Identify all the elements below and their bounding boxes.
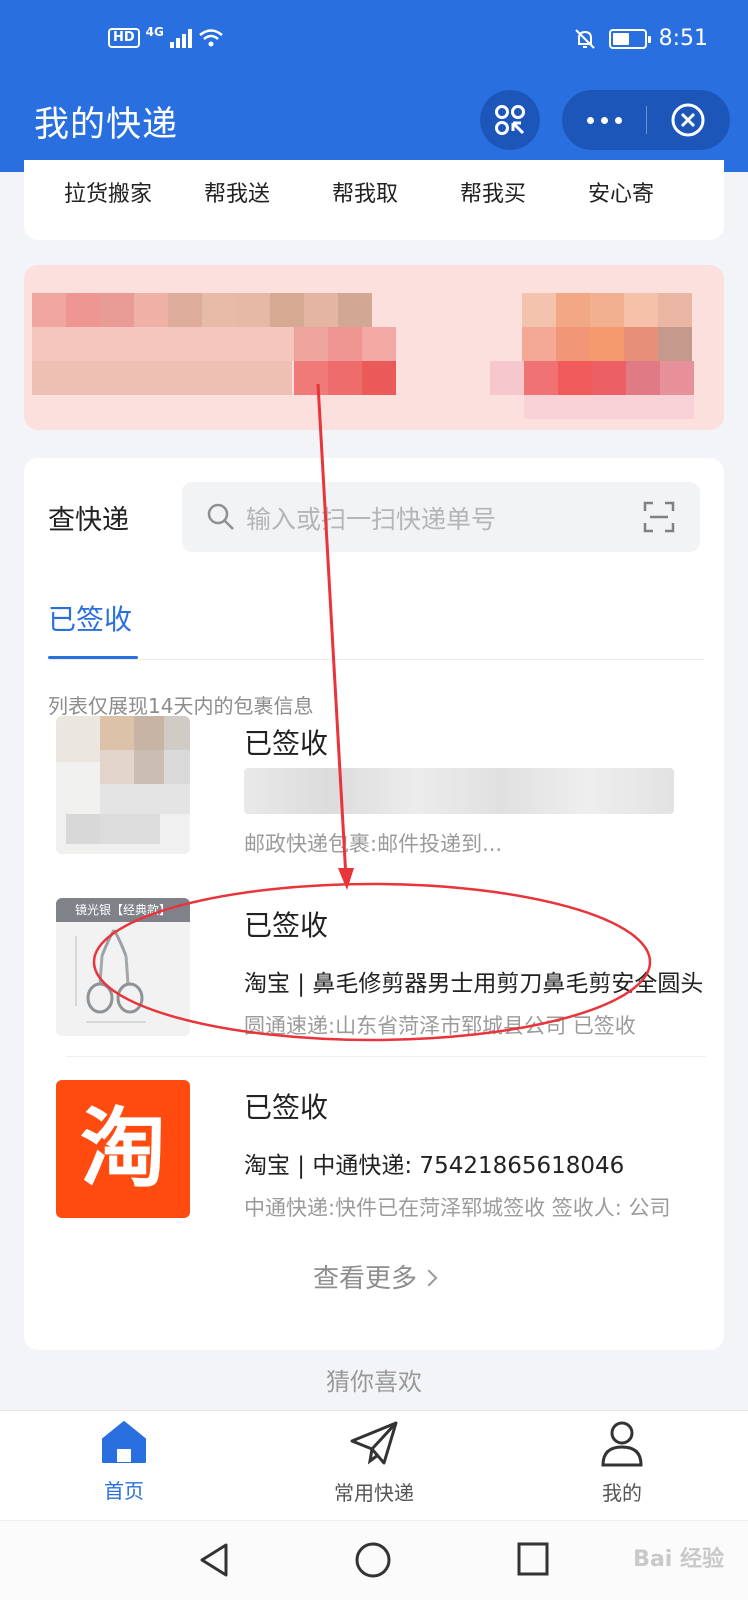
scan-code-icon bbox=[495, 105, 525, 135]
track-label: 查快递 bbox=[48, 505, 129, 536]
home-circle-icon[interactable] bbox=[354, 1541, 392, 1579]
paper-plane-icon bbox=[350, 1421, 398, 1465]
wifi-icon bbox=[199, 29, 223, 47]
package-item[interactable]: 镜光银【经典款】 已签收 淘宝 | 鼻毛修剪器男士用剪刀鼻毛剪安全圆头 圆通速递… bbox=[56, 898, 706, 1048]
service-item-moving[interactable]: 拉货搬家 bbox=[64, 176, 152, 208]
mute-bell-icon bbox=[574, 28, 595, 49]
services-card: 拉货搬家 帮我送 帮我取 帮我买 安心寄 bbox=[24, 160, 724, 240]
thumbnail-caption: 镜光银【经典款】 bbox=[56, 898, 190, 922]
tab-common-couriers[interactable]: 常用快递 bbox=[304, 1419, 444, 1506]
row-divider bbox=[66, 1056, 706, 1057]
home-icon bbox=[102, 1421, 146, 1463]
miniapp-capsule bbox=[562, 90, 730, 150]
tracking-card: 查快递 输入或扫一扫快递单号 已签收 列表仅展现14天内的包裹信息 已签收 邮政… bbox=[24, 458, 724, 1350]
service-item-buy[interactable]: 帮我买 bbox=[460, 176, 526, 208]
page-title: 我的快递 bbox=[34, 105, 179, 145]
tab-mine[interactable]: 我的 bbox=[552, 1419, 692, 1506]
guess-you-like-heading: 猜你喜欢 bbox=[326, 1368, 422, 1396]
package-thumbnail: 镜光银【经典款】 bbox=[56, 898, 190, 1036]
search-icon bbox=[207, 503, 234, 530]
close-button[interactable] bbox=[646, 90, 730, 150]
package-detail: 圆通速递:山东省菏泽市郓城县公司 已签收 bbox=[244, 1014, 636, 1038]
back-icon[interactable] bbox=[196, 1541, 232, 1579]
service-item-safe-send[interactable]: 安心寄 bbox=[588, 176, 654, 208]
list-note: 列表仅展现14天内的包裹信息 bbox=[48, 694, 314, 718]
tab-label: 我的 bbox=[602, 1481, 642, 1505]
redacted-line bbox=[244, 768, 674, 814]
package-status: 已签收 bbox=[244, 727, 329, 760]
bottom-tab-bar: 首页 常用快递 我的 bbox=[0, 1410, 748, 1520]
package-detail: 中通快递:快件已在菏泽郓城签收 签收人: 公司 bbox=[244, 1196, 671, 1220]
promo-banner[interactable] bbox=[24, 265, 724, 430]
search-input[interactable]: 输入或扫一扫快递单号 bbox=[182, 482, 700, 552]
package-item[interactable]: 已签收 邮政快递包裹:邮件投递到... bbox=[56, 716, 706, 866]
more-button[interactable] bbox=[562, 90, 646, 150]
scissors-image bbox=[75, 929, 146, 1023]
search-placeholder: 输入或扫一扫快递单号 bbox=[246, 505, 497, 534]
battery-icon bbox=[608, 28, 651, 49]
system-nav-bar: Bai 经验 bbox=[0, 1520, 748, 1600]
clock: 8:51 bbox=[658, 26, 708, 51]
network-type: 4G bbox=[145, 25, 164, 39]
package-title: 淘宝 | 中通快递: 75421865618046 bbox=[244, 1153, 625, 1179]
scan-frame-icon[interactable] bbox=[642, 500, 676, 534]
service-item-pickup[interactable]: 帮我取 bbox=[332, 176, 398, 208]
service-item-deliver[interactable]: 帮我送 bbox=[204, 176, 270, 208]
scan-button[interactable] bbox=[480, 90, 540, 150]
package-item[interactable]: 淘 已签收 淘宝 | 中通快递: 75421865618046 中通快递:快件已… bbox=[56, 1080, 706, 1230]
taobao-logo: 淘 bbox=[56, 1080, 190, 1218]
tab-label: 常用快递 bbox=[334, 1481, 414, 1505]
package-title: 淘宝 | 鼻毛修剪器男士用剪刀鼻毛剪安全圆头 bbox=[244, 971, 704, 997]
status-bar: HD 4G 8:51 bbox=[0, 0, 748, 72]
recents-icon[interactable] bbox=[516, 1541, 550, 1577]
tab-home[interactable]: 首页 bbox=[54, 1419, 194, 1504]
title-bar: 我的快递 bbox=[0, 72, 748, 172]
tab-label: 首页 bbox=[104, 1479, 144, 1503]
tab-divider bbox=[48, 659, 704, 660]
signal-icon bbox=[169, 28, 192, 48]
package-status: 已签收 bbox=[244, 1091, 329, 1124]
watermark: Bai 经验 bbox=[633, 1547, 724, 1572]
close-circle-icon bbox=[671, 103, 705, 137]
package-detail: 邮政快递包裹:邮件投递到... bbox=[244, 832, 503, 856]
tab-signed[interactable]: 已签收 bbox=[48, 598, 132, 638]
package-thumbnail bbox=[56, 716, 190, 854]
person-icon bbox=[601, 1421, 643, 1467]
package-status: 已签收 bbox=[244, 909, 329, 942]
chevron-right-icon bbox=[420, 1269, 438, 1287]
view-more-link[interactable]: 查看更多 bbox=[24, 1258, 724, 1295]
hd-indicator: HD bbox=[108, 28, 140, 48]
taobao-logo-text: 淘 bbox=[80, 1099, 166, 1199]
